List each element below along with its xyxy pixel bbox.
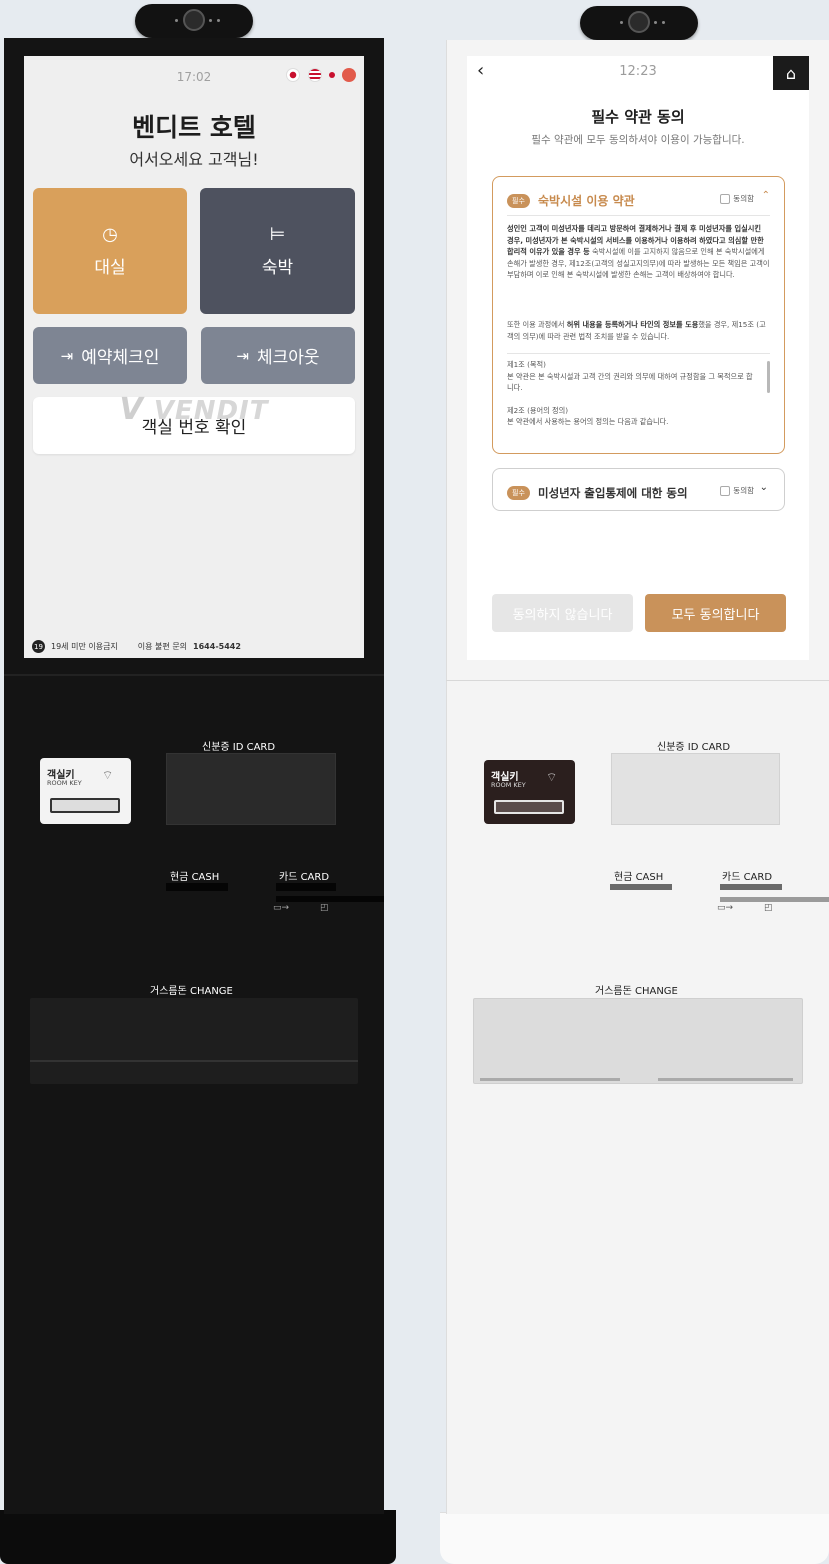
rental-tile[interactable]: ◷ 대실 — [33, 188, 187, 314]
terms-p2-bold: 허위 내용을 등록하거나 타인의 정보를 도용 — [566, 320, 699, 329]
left-kiosk: 17:02 벤디트 호텔 어서오세요 고객님! ◷ 대실 ⊨ 숙박 ⇥ 예약체크… — [0, 0, 400, 1564]
card-label: 카드 CARD — [722, 872, 773, 883]
cash-label: 현금 CASH — [614, 872, 664, 883]
required-badge: 필수 — [507, 193, 530, 208]
room-key-dispenser[interactable]: 객실키 ROOM KEY ⌔ — [40, 758, 131, 824]
camera-icon — [135, 4, 253, 38]
change-label: 거스름돈 CHANGE — [150, 986, 233, 997]
terms-card-lodging: 필수 숙박시설 이용 약관 동의함 ⌃ 성인인 고객이 미성년자를 데리고 방문… — [492, 176, 785, 454]
checkout-button[interactable]: ⇥ 체크아웃 — [201, 327, 355, 384]
card-insert-icon: ▭→ — [717, 903, 734, 913]
change-tray[interactable] — [30, 998, 358, 1084]
id-card-label: 신분증 ID CARD — [657, 742, 731, 753]
cash-slot[interactable] — [166, 883, 228, 891]
hotel-title: 벤디트 호텔 — [132, 113, 256, 142]
cash-slot[interactable] — [610, 884, 672, 890]
stay-label: 숙박 — [261, 258, 294, 278]
room-key-dispenser[interactable]: 객실키 ROOM KEY ⌔ — [484, 760, 575, 824]
welcome-subtitle: 어서오세요 고객님! — [129, 150, 259, 169]
rental-label: 대실 — [94, 258, 126, 278]
id-card-scanner[interactable] — [611, 753, 780, 825]
page-subtitle: 필수 약관에 모두 동의하셔야 이용이 가능합니다. — [531, 134, 745, 146]
required-badge: 필수 — [507, 485, 530, 500]
cash-label: 현금 CASH — [170, 872, 220, 883]
room-key-sub: ROOM KEY — [47, 779, 82, 787]
age-19-badge: 19 — [32, 640, 45, 653]
bed-icon: ⊨ — [269, 224, 286, 245]
chevron-up-icon[interactable]: ⌃ — [762, 190, 770, 201]
card-tap-icon: ◰ — [320, 903, 329, 913]
chevron-down-icon[interactable]: ⌄ — [760, 482, 768, 493]
terms-paragraph-2: 또한 이용 과정에서 허위 내용을 등록하거나 타인의 정보를 도용했을 경우,… — [507, 319, 770, 342]
logout-icon: ⇥ — [236, 346, 249, 365]
article-1-title: 제1조 (목적) — [507, 360, 546, 369]
contact-number: 1644-5442 — [193, 642, 241, 651]
agree-checkbox[interactable]: 동의함 — [720, 485, 754, 496]
agree-all-button[interactable]: 모두 동의합니다 — [645, 594, 786, 632]
checkbox-icon — [720, 485, 731, 496]
agree-label: 동의함 — [733, 486, 754, 495]
stay-tile[interactable]: ⊨ 숙박 — [200, 188, 355, 314]
vendit-mark-icon: V — [119, 392, 144, 427]
room-key-sub: ROOM KEY — [491, 781, 526, 789]
disagree-button[interactable]: 동의하지 않습니다 — [492, 594, 633, 632]
agree-all-label: 모두 동의합니다 — [671, 607, 760, 623]
terms-header[interactable]: 필수 숙박시설 이용 약관 동의함 ⌃ — [507, 190, 770, 208]
vendit-logo: V VENDIT — [24, 392, 364, 427]
reservation-checkin-button[interactable]: ⇥ 예약체크인 — [33, 327, 187, 384]
footer: 19 19세 미만 이용금지 이용 불편 문의 1644-5442 — [32, 640, 241, 653]
key-slot — [50, 798, 120, 813]
checkbox-icon — [720, 193, 731, 204]
terms-paragraph-1: 성인인 고객이 미성년자를 데리고 방문하여 결제하거나 결제 후 미성년자를 … — [507, 223, 770, 281]
article-2-text: 본 약관에서 사용하는 용어의 정의는 다음과 같습니다. — [507, 417, 669, 426]
right-screen: ‹ 12:23 ⌂ 필수 약관 동의 필수 약관에 모두 동의하셔야 이용이 가… — [467, 56, 809, 660]
kiosk-base — [440, 1512, 829, 1564]
camera-icon — [580, 6, 698, 40]
agree-label: 동의함 — [733, 194, 754, 203]
terms-card-minor[interactable]: 필수 미성년자 출입통제에 대한 동의 동의함 ⌄ — [492, 468, 785, 511]
checkout-label: 체크아웃 — [257, 348, 320, 368]
kr-flag-icon[interactable] — [286, 68, 300, 82]
terms-title: 숙박시설 이용 약관 — [537, 194, 635, 208]
scrollbar[interactable] — [767, 361, 770, 393]
vendit-brand: VENDIT — [153, 396, 269, 426]
terms-title: 미성년자 출입통제에 대한 동의 — [537, 485, 688, 500]
left-screen: 17:02 벤디트 호텔 어서오세요 고객님! ◷ 대실 ⊨ 숙박 ⇥ 예약체크… — [24, 56, 364, 658]
card-tap-icon: ◰ — [764, 903, 773, 913]
cn-flag-icon[interactable] — [342, 68, 356, 82]
age-restriction-text: 19세 미만 이용금지 — [51, 642, 118, 651]
home-icon[interactable]: ⌂ — [773, 56, 809, 90]
card-insert-icon: ▭→ — [273, 903, 290, 913]
reservation-checkin-label: 예약체크인 — [81, 348, 160, 368]
terms-p2-pre: 또한 이용 과정에서 — [507, 320, 567, 329]
page-title: 필수 약관 동의 — [591, 108, 685, 126]
id-card-scanner[interactable] — [166, 753, 336, 825]
disagree-label: 동의하지 않습니다 — [512, 607, 613, 623]
change-tray[interactable] — [473, 998, 803, 1084]
id-card-label: 신분증 ID CARD — [202, 742, 276, 753]
kiosk-base — [0, 1510, 396, 1564]
card-label: 카드 CARD — [279, 872, 330, 883]
key-slot — [494, 800, 564, 814]
card-slot[interactable] — [720, 884, 782, 890]
article-2-title: 제2조 (용어의 정의) — [507, 405, 569, 415]
terms-scroll-area[interactable]: 제1조 (목적) 본 약관은 본 숙박시설과 고객 간의 권리와 의무에 대하여… — [507, 359, 770, 451]
change-label: 거스름돈 CHANGE — [595, 986, 678, 997]
card-slot[interactable] — [276, 883, 336, 891]
jp-flag-icon[interactable] — [329, 72, 335, 78]
right-kiosk: ‹ 12:23 ⌂ 필수 약관 동의 필수 약관에 모두 동의하셔야 이용이 가… — [440, 0, 829, 1564]
nfc-icon: ⌔ — [102, 768, 114, 782]
clock-icon: ◷ — [102, 224, 118, 245]
article-1-text: 본 약관은 본 숙박시설과 고객 간의 권리와 의무에 대하여 규정함을 그 목… — [507, 371, 753, 393]
agree-checkbox[interactable]: 동의함 — [720, 193, 754, 204]
login-icon: ⇥ — [60, 346, 74, 365]
nfc-icon: ⌔ — [546, 770, 558, 784]
contact-prefix: 이용 불편 문의 — [137, 642, 188, 651]
status-time: 12:23 — [619, 64, 657, 79]
us-flag-icon[interactable] — [308, 68, 322, 82]
